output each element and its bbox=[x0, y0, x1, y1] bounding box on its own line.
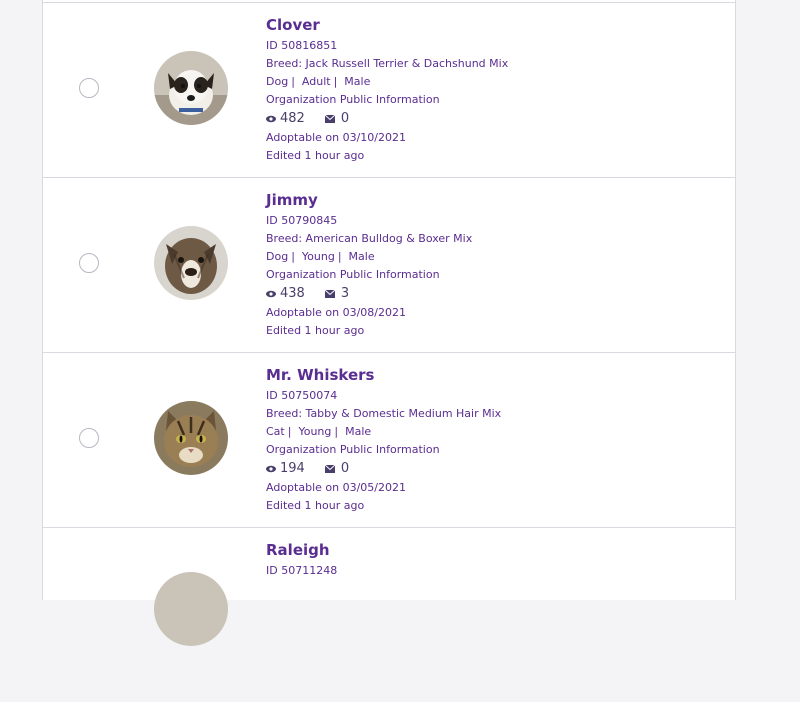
avatar bbox=[154, 51, 228, 125]
animal-species: Dog bbox=[266, 250, 289, 263]
animal-attributes: Dog | Young | Male bbox=[266, 248, 686, 266]
list-item[interactable]: Jimmy ID 50790845 Breed: American Bulldo… bbox=[43, 177, 735, 352]
select-radio[interactable] bbox=[79, 78, 99, 98]
animal-age: Young bbox=[298, 425, 332, 438]
views-count: 482 bbox=[280, 111, 305, 126]
animal-breed: Breed: Jack Russell Terrier & Dachshund … bbox=[266, 57, 509, 70]
views-count: 194 bbox=[280, 461, 305, 476]
list-item[interactable]: Clover ID 50816851 Breed: Jack Russell T… bbox=[43, 2, 735, 177]
messages-stat: 0 bbox=[324, 459, 350, 479]
messages-count: 0 bbox=[340, 461, 350, 476]
eye-icon bbox=[266, 290, 276, 298]
separator: | bbox=[334, 425, 339, 438]
animal-species: Dog bbox=[266, 75, 289, 88]
separator: | bbox=[333, 75, 338, 88]
envelope-icon bbox=[324, 465, 335, 473]
animal-info: Mr. Whiskers ID 50750074 Breed: Tabby & … bbox=[266, 366, 686, 515]
animal-name[interactable]: Jimmy bbox=[266, 191, 686, 210]
views-stat: 194 bbox=[266, 459, 305, 479]
animal-breed: Breed: American Bulldog & Boxer Mix bbox=[266, 232, 473, 245]
animal-stats: 482 0 bbox=[266, 109, 686, 129]
avatar bbox=[154, 572, 228, 646]
select-radio[interactable] bbox=[79, 428, 99, 448]
adoptable-date: Adoptable on 03/05/2021 bbox=[266, 481, 406, 494]
organization-info: Organization Public Information bbox=[266, 268, 440, 281]
adoptable-date: Adoptable on 03/08/2021 bbox=[266, 306, 406, 319]
views-stat: 482 bbox=[266, 109, 305, 129]
edited-time: Edited 1 hour ago bbox=[266, 149, 365, 162]
animal-name[interactable]: Raleigh bbox=[266, 541, 686, 560]
animal-info: Jimmy ID 50790845 Breed: American Bulldo… bbox=[266, 191, 686, 340]
messages-stat: 0 bbox=[324, 109, 350, 129]
select-radio[interactable] bbox=[79, 253, 99, 273]
animal-sex: Male bbox=[344, 75, 371, 88]
animal-id: ID 50711248 bbox=[266, 564, 338, 577]
list-item[interactable]: Raleigh ID 50711248 bbox=[43, 527, 735, 702]
edited-time: Edited 1 hour ago bbox=[266, 499, 365, 512]
animal-breed: Breed: Tabby & Domestic Medium Hair Mix bbox=[266, 407, 502, 420]
animal-species: Cat bbox=[266, 425, 285, 438]
views-stat: 438 bbox=[266, 284, 305, 304]
animal-age: Young bbox=[301, 250, 335, 263]
animal-sex: Male bbox=[345, 425, 372, 438]
messages-stat: 3 bbox=[324, 284, 350, 304]
envelope-icon bbox=[324, 290, 335, 298]
views-count: 438 bbox=[280, 286, 305, 301]
messages-count: 3 bbox=[340, 286, 350, 301]
animal-info: Clover ID 50816851 Breed: Jack Russell T… bbox=[266, 16, 686, 165]
animal-sex: Male bbox=[348, 250, 375, 263]
eye-icon bbox=[266, 465, 276, 473]
avatar bbox=[154, 226, 228, 300]
separator: | bbox=[291, 75, 295, 88]
separator: | bbox=[337, 250, 342, 263]
messages-count: 0 bbox=[340, 111, 350, 126]
animal-list: Clover ID 50816851 Breed: Jack Russell T… bbox=[42, 0, 736, 646]
list-item[interactable]: Mr. Whiskers ID 50750074 Breed: Tabby & … bbox=[43, 352, 735, 527]
animal-name[interactable]: Clover bbox=[266, 16, 686, 35]
eye-icon bbox=[266, 115, 276, 123]
organization-info: Organization Public Information bbox=[266, 443, 440, 456]
animal-name[interactable]: Mr. Whiskers bbox=[266, 366, 686, 385]
avatar bbox=[154, 401, 228, 475]
animal-stats: 438 3 bbox=[266, 284, 686, 304]
animal-id: ID 50750074 bbox=[266, 389, 338, 402]
edited-time: Edited 1 hour ago bbox=[266, 324, 365, 337]
animal-stats: 194 0 bbox=[266, 459, 686, 479]
organization-info: Organization Public Information bbox=[266, 93, 440, 106]
animal-id: ID 50790845 bbox=[266, 214, 338, 227]
animal-id: ID 50816851 bbox=[266, 39, 338, 52]
adoptable-date: Adoptable on 03/10/2021 bbox=[266, 131, 406, 144]
animal-attributes: Dog | Adult | Male bbox=[266, 73, 686, 91]
envelope-icon bbox=[324, 115, 335, 123]
animal-attributes: Cat | Young | Male bbox=[266, 423, 686, 441]
animal-info: Raleigh ID 50711248 bbox=[266, 541, 686, 580]
animal-age: Adult bbox=[301, 75, 331, 88]
separator: | bbox=[287, 425, 292, 438]
separator: | bbox=[291, 250, 295, 263]
